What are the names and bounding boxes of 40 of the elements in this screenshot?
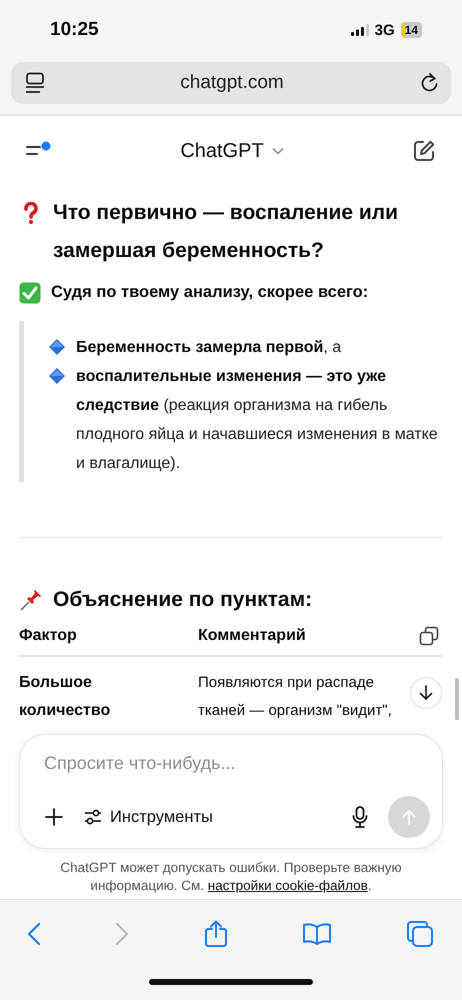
page-menu-icon[interactable] [25,72,45,94]
plus-icon[interactable] [44,807,64,827]
quote-text: воспалительные изменения — это уже следствие (реакция организма на гибель плодного яйца и начавшиеся изменения в матке и влагалище). [76,367,439,474]
section-title: Объяснение по пунктам: [53,588,312,611]
address-bar[interactable]: chatgpt.com [11,62,451,104]
arrow-down-icon [419,685,433,701]
share-icon[interactable] [204,920,228,948]
arrow-up-icon [402,809,416,825]
scroll-down-button[interactable] [410,677,442,709]
book-icon[interactable] [302,922,332,946]
quote-text: Беременность замерла первой, а [76,338,342,358]
checkmark-icon [19,282,41,304]
cookie-settings-link[interactable]: настройки cookie-файлов [208,878,368,893]
reload-icon[interactable] [419,72,439,94]
question-mark-icon [23,202,39,224]
battery-level: 14 [400,22,422,38]
disclaimer-text: ChatGPT может допускать ошибки. Проверьте важную информацию. См. настройки cookie-файлов. [59,859,403,895]
pushpin-icon [19,588,43,612]
clock-time: 10:25 [50,19,99,41]
column-header: Комментарий [198,627,307,646]
heading-text: Что первично — воспаление или замершая беременность? [53,200,400,264]
signal-icon [350,24,369,36]
model-selector[interactable]: ChatGPT [176,138,288,164]
sliders-icon [84,809,102,825]
network-label: 3G [374,22,395,38]
chevron-down-icon [272,147,284,155]
copy-icon[interactable] [419,626,439,646]
diamond-icon [48,338,66,356]
tools-button[interactable]: Инструменты [84,808,213,826]
back-icon[interactable] [27,922,41,946]
microphone-icon[interactable] [352,806,368,828]
prompt-input[interactable]: Спросите что-нибудь... [44,753,430,774]
summary-text: Судя по твоему анализу, скорее всего: [51,283,368,301]
diamond-icon [48,367,66,385]
new-chat-icon[interactable] [412,139,436,163]
scrollbar[interactable] [455,678,459,720]
column-header: Фактор [19,627,78,646]
table-cell-text: Появляются при распаде тканей — организм "видит", [198,673,393,722]
tabs-icon[interactable] [406,920,434,948]
table-cell-text: Большое количество [19,673,112,722]
